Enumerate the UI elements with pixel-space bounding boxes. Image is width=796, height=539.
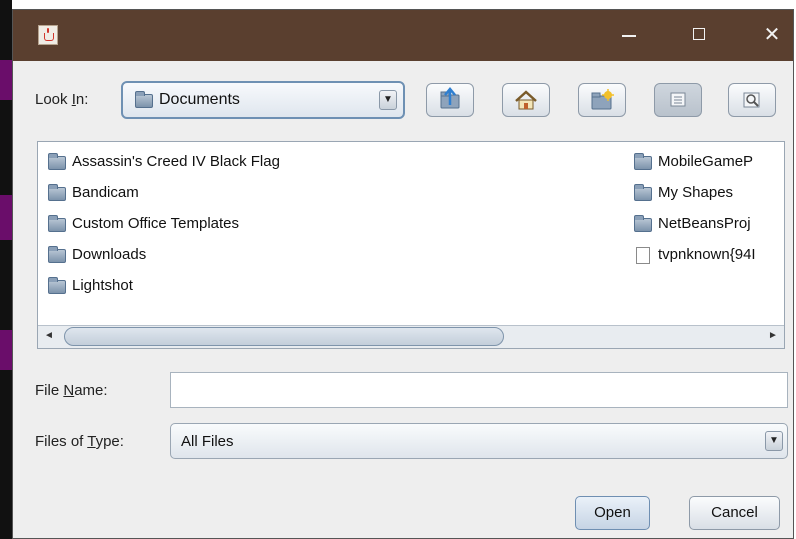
open-file-dialog: ✕ Look In: Documents ▼ Assassin's Creed …: [12, 9, 794, 539]
folder-icon: [634, 153, 652, 170]
details-view-button[interactable]: [728, 83, 776, 117]
file-name-mnemonic: N: [63, 382, 75, 399]
look-in-value: Documents: [159, 91, 240, 108]
folder-icon: [48, 277, 66, 294]
home-icon: [515, 90, 537, 110]
files-of-type-label-suffix: ype:: [95, 433, 124, 450]
file-name-label: Bandicam: [72, 184, 139, 201]
file-name-label: tvpnknown{94I: [658, 246, 756, 263]
dropdown-arrow-icon[interactable]: ▼: [765, 431, 783, 451]
file-name-label: MobileGameP: [658, 153, 754, 170]
home-button[interactable]: [502, 83, 550, 117]
background-window-strip: [0, 0, 12, 539]
look-in-label-prefix: Look: [35, 91, 72, 108]
title-bar[interactable]: ✕: [13, 10, 793, 61]
list-icon: [670, 92, 686, 107]
background-band: [0, 330, 12, 370]
close-icon: ✕: [763, 24, 781, 46]
look-in-combobox[interactable]: Documents ▼: [121, 81, 405, 119]
files-of-type-label: Files of Type:: [35, 433, 124, 450]
folder-up-icon: [440, 87, 460, 109]
look-in-label: Look In:: [35, 91, 88, 108]
file-name-field[interactable]: [170, 372, 788, 408]
minimize-button[interactable]: [606, 10, 652, 61]
file-icon: [636, 247, 650, 264]
list-item[interactable]: tvpnknown{94I: [634, 244, 784, 268]
background-band: [0, 195, 12, 240]
file-name-label: Assassin's Creed IV Black Flag: [72, 153, 280, 170]
maximize-icon: [693, 28, 705, 40]
file-name-label: Custom Office Templates: [72, 215, 240, 232]
file-name-label: Downloads: [72, 246, 147, 263]
files-of-type-label-prefix: Files of: [35, 433, 88, 450]
list-view-button[interactable]: [654, 83, 702, 117]
list-item[interactable]: NetBeansProj: [634, 213, 784, 237]
file-name-label: My Shapes: [658, 184, 734, 201]
dropdown-arrow-icon[interactable]: ▼: [379, 90, 397, 110]
minimize-icon: [622, 35, 636, 37]
scrollbar-thumb[interactable]: [64, 327, 504, 346]
folder-icon: [48, 184, 66, 201]
file-name-label-suffix: ame:: [74, 382, 108, 399]
close-button[interactable]: ✕: [749, 10, 793, 61]
file-list[interactable]: Assassin's Creed IV Black Flag Bandicam …: [37, 141, 785, 349]
list-item[interactable]: MobileGameP: [634, 151, 784, 175]
open-button[interactable]: Open: [575, 496, 650, 530]
list-item[interactable]: My Shapes: [634, 182, 784, 206]
folder-icon: [48, 246, 66, 263]
folder-icon: [48, 153, 66, 170]
folder-icon: [634, 215, 652, 232]
file-name-label: NetBeansProj: [658, 215, 751, 232]
folder-icon: [634, 184, 652, 201]
horizontal-scrollbar[interactable]: ◄ ►: [38, 325, 784, 348]
files-of-type-value: All Files: [181, 433, 234, 450]
java-cup-icon[interactable]: [38, 25, 58, 45]
scroll-left-icon[interactable]: ◄: [38, 326, 60, 347]
folder-icon: [48, 215, 66, 232]
folder-icon: [135, 91, 153, 108]
maximize-button[interactable]: [676, 10, 722, 61]
file-name-label: Lightshot: [72, 277, 133, 294]
background-band: [0, 60, 12, 100]
scroll-right-icon[interactable]: ►: [762, 326, 784, 347]
file-name-label-prefix: File: [35, 382, 64, 399]
cancel-button[interactable]: Cancel: [689, 496, 780, 530]
details-icon: [743, 92, 760, 108]
look-in-label-suffix: n:: [75, 91, 89, 108]
file-name-label: File Name:: [35, 382, 108, 399]
create-new-folder-button[interactable]: [578, 83, 626, 117]
files-of-type-combobox[interactable]: All Files ▼: [170, 423, 788, 459]
new-folder-icon: [591, 89, 614, 110]
up-one-level-button[interactable]: [426, 83, 474, 117]
files-of-type-mnemonic: T: [87, 433, 96, 450]
